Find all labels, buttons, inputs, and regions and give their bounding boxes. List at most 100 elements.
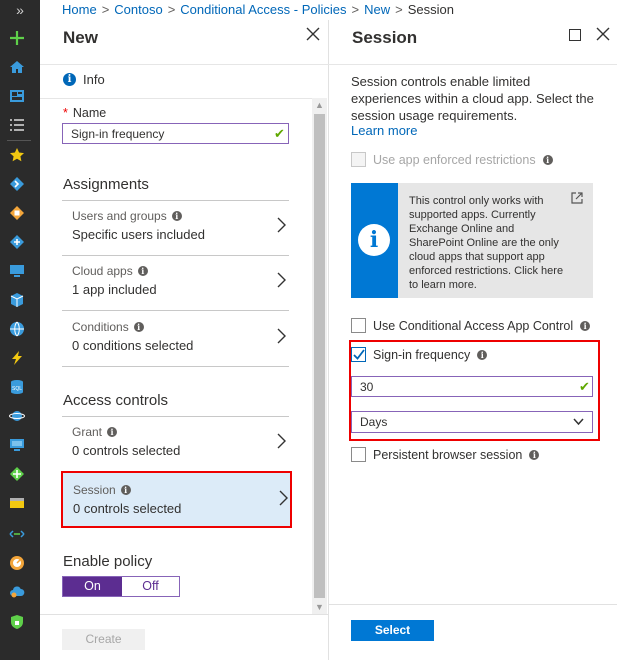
footer-divider <box>329 604 617 605</box>
users-and-groups-item[interactable]: Users and groups i Specific users include… <box>62 201 289 256</box>
header-divider <box>329 64 617 65</box>
dashboard-icon[interactable] <box>9 88 25 104</box>
footer-divider <box>40 614 329 615</box>
advisor-icon[interactable] <box>9 555 25 571</box>
valid-check-icon: ✔ <box>579 379 590 394</box>
chevron-right-icon <box>277 433 286 449</box>
chevron-right-icon <box>277 217 286 233</box>
app-enforced-restrictions-option: Use app enforced restrictions i <box>351 152 553 167</box>
breadcrumb-contoso[interactable]: Contoso <box>114 2 162 17</box>
session-description: Session controls enable limited experien… <box>351 74 594 123</box>
info-icon: i <box>542 154 553 165</box>
select-button[interactable]: Select <box>351 620 434 641</box>
item-value: 0 controls selected <box>73 501 182 516</box>
checkbox[interactable] <box>351 318 366 333</box>
globe-icon[interactable] <box>9 321 25 337</box>
info-icon: i <box>107 427 118 437</box>
maximize-icon[interactable] <box>569 29 581 41</box>
breadcrumb-policies[interactable]: Conditional Access - Policies <box>180 2 346 17</box>
enable-policy-heading: Enable policy <box>63 553 153 570</box>
breadcrumb-separator: > <box>101 2 110 17</box>
scroll-down-arrow-icon[interactable]: ▼ <box>312 600 327 614</box>
function-icon[interactable] <box>9 350 25 366</box>
conditions-item[interactable]: Conditions i 0 conditions selected <box>62 312 289 367</box>
info-link[interactable]: i Info <box>63 72 105 87</box>
cloud-icon[interactable] <box>9 584 25 600</box>
access-controls-heading: Access controls <box>63 392 169 409</box>
name-label: * Name <box>63 106 106 120</box>
breadcrumb-new[interactable]: New <box>364 2 390 17</box>
virtual-network-icon[interactable] <box>9 526 25 542</box>
checkmark-icon <box>352 349 365 360</box>
cloud-apps-item[interactable]: Cloud apps i 1 app included <box>62 256 289 311</box>
signin-frequency-option[interactable]: Sign-in frequency i <box>351 347 488 362</box>
assignments-heading: Assignments <box>63 176 149 193</box>
cas-app-control-option[interactable]: Use Conditional Access App Control i <box>351 318 591 333</box>
svg-text:SQL: SQL <box>12 386 22 392</box>
item-value: 0 controls selected <box>72 443 181 458</box>
close-icon[interactable] <box>306 27 320 41</box>
create-button[interactable]: Create <box>62 629 145 650</box>
external-link-icon[interactable] <box>571 192 583 204</box>
monitor-icon[interactable] <box>9 263 25 279</box>
all-services-icon[interactable] <box>9 117 25 133</box>
notice-icon-box: i <box>351 183 398 298</box>
required-asterisk: * <box>63 106 68 120</box>
scroll-up-arrow-icon[interactable]: ▲ <box>312 98 327 112</box>
name-label-text: Name <box>72 106 107 120</box>
create-resource-icon[interactable] <box>9 30 25 46</box>
expand-menu-chevron[interactable]: » <box>0 0 40 22</box>
checkbox-checked[interactable] <box>351 347 366 362</box>
close-icon[interactable] <box>596 27 610 41</box>
virtual-machine-icon[interactable] <box>9 437 25 453</box>
app-service-icon[interactable] <box>9 234 25 250</box>
blade-title: Session <box>352 28 418 47</box>
info-icon: i <box>580 320 591 331</box>
frequency-unit-select[interactable]: Days <box>351 411 593 433</box>
name-input[interactable] <box>62 123 289 144</box>
cosmos-db-icon[interactable] <box>9 408 25 424</box>
frequency-value-input[interactable] <box>351 376 593 397</box>
cube-icon[interactable] <box>9 292 25 308</box>
portal-sidebar: » SQL <box>0 0 40 660</box>
info-icon: i <box>120 485 131 495</box>
toggle-off-option[interactable]: Off <box>122 577 179 596</box>
home-icon[interactable] <box>9 59 25 75</box>
security-center-icon[interactable] <box>9 614 25 630</box>
item-title: Grant <box>72 425 103 439</box>
item-title: Cloud apps <box>72 264 133 278</box>
blade-title: New <box>63 28 98 47</box>
chevron-right-icon <box>279 490 288 506</box>
persistent-browser-option[interactable]: Persistent browser session i <box>351 447 540 462</box>
scrollbar-thumb[interactable] <box>314 114 325 598</box>
header-divider <box>40 64 329 65</box>
checkbox[interactable] <box>351 447 366 462</box>
devops-icon[interactable] <box>9 176 25 192</box>
info-divider <box>40 98 312 99</box>
enable-policy-toggle[interactable]: On Off <box>62 576 180 597</box>
session-item[interactable]: Session i 0 controls selected <box>61 471 292 528</box>
sql-database-icon[interactable]: SQL <box>9 379 25 395</box>
info-icon: i <box>477 349 488 360</box>
storage-icon[interactable] <box>9 495 25 511</box>
item-value: 0 conditions selected <box>72 338 194 353</box>
resource-group-icon[interactable] <box>9 205 25 221</box>
favorites-star-icon[interactable] <box>9 147 25 163</box>
option-label: Use app enforced restrictions <box>373 152 536 167</box>
info-icon: i <box>529 449 540 460</box>
chevron-right-icon <box>277 328 286 344</box>
load-balancer-icon[interactable] <box>9 466 25 482</box>
toggle-on-option[interactable]: On <box>63 577 122 596</box>
grant-item[interactable]: Grant i 0 controls selected <box>62 417 289 472</box>
item-title: Conditions <box>72 320 129 334</box>
blade-scrollbar[interactable]: ▲ ▼ <box>312 98 327 614</box>
learn-more-link[interactable]: Learn more <box>351 123 417 138</box>
breadcrumb-home[interactable]: Home <box>62 2 97 17</box>
select-value: Days <box>360 415 388 429</box>
info-icon: i <box>358 224 390 256</box>
breadcrumb-separator: > <box>167 2 176 17</box>
breadcrumb: Home > Contoso > Conditional Access - Polici… <box>40 0 617 20</box>
item-value: 1 app included <box>72 282 157 297</box>
app-support-notice[interactable]: i This control only works with supported… <box>351 183 593 298</box>
info-icon: i <box>133 322 144 332</box>
